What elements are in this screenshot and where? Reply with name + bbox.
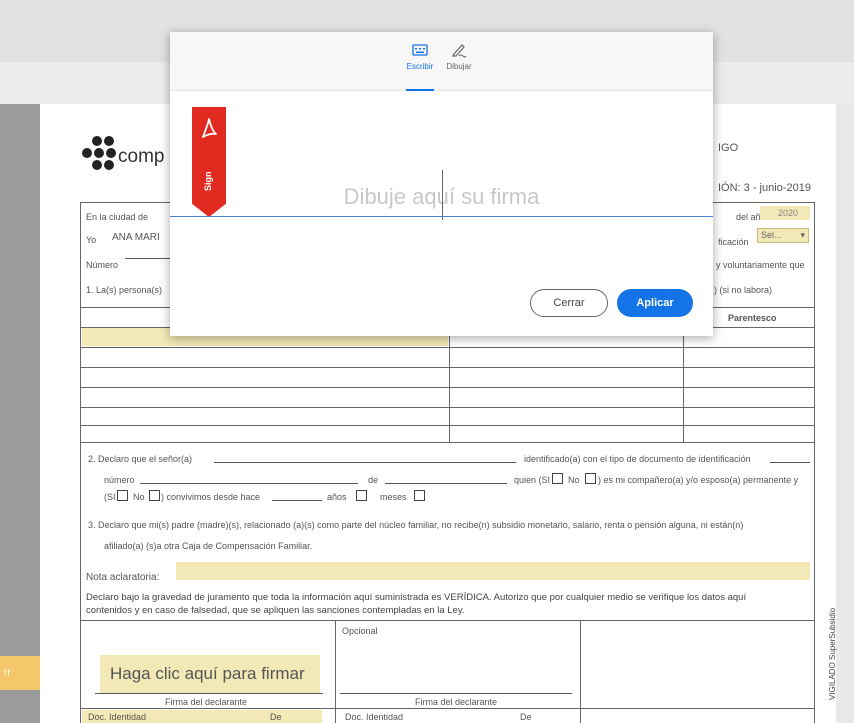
table-line (80, 367, 814, 368)
tipo-doc-field[interactable] (770, 462, 810, 463)
doc-identidad-label-1: Doc. Identidad (88, 712, 147, 722)
declaro-line-1: Declaro bajo la gravedad de juramento qu… (86, 592, 747, 603)
table-line (80, 347, 814, 348)
senor-field[interactable] (214, 462, 516, 463)
table-line (80, 407, 814, 408)
aplicar-button[interactable]: Aplicar (617, 289, 693, 317)
quien-si-checkbox[interactable] (552, 473, 563, 484)
sec2-text-b: identificado(a) con el tipo de documento… (524, 454, 751, 464)
sec2-text-k: años (327, 492, 347, 502)
nota-field[interactable] (176, 562, 810, 580)
sec2-text-g: ) es mi compañero(a) y/o esposo(a) perma… (598, 475, 799, 485)
click-to-sign-button[interactable]: Haga clic aquí para firmar (100, 655, 320, 693)
quien-no-checkbox[interactable] (585, 473, 596, 484)
voluntariamente-text: y voluntariamente que (716, 260, 805, 270)
convivir-no-checkbox[interactable] (149, 490, 160, 501)
firma-declarante-1: Firma del declarante (165, 697, 248, 707)
sec2-text-h: (SI (104, 492, 116, 502)
firma-line-1 (95, 693, 323, 694)
opcional-label: Opcional (342, 626, 378, 636)
nota-label: Nota aclaratoria: (86, 572, 160, 583)
ident-type-select[interactable]: Sel... ▾ (757, 228, 809, 243)
sec2-text-a: 2. Declaro que el señor(a) (88, 454, 193, 464)
signature-dialog-header: Escribir Dibujar (170, 32, 713, 91)
tab-dibujar-label: Dibujar (446, 62, 472, 71)
sec2-text-i: No (133, 492, 145, 502)
no-labora-text: ) (si no labora) (714, 285, 773, 295)
name-field[interactable]: ANA MARI (112, 232, 160, 243)
numero-label: Número (86, 260, 119, 270)
signature-baseline[interactable] (170, 216, 713, 217)
aplicar-label: Aplicar (636, 297, 674, 309)
signature-border (80, 620, 814, 621)
firma-declarante-2: Firma del declarante (415, 697, 498, 707)
chevron-down-icon: ▾ (800, 230, 805, 240)
declaro-line-2: contenidos y en caso de falsedad, que se… (86, 605, 465, 616)
personas-label: 1. La(s) persona(s) (86, 285, 163, 295)
tab-escribir-label: Escribir (406, 62, 434, 71)
convivir-si-checkbox[interactable] (117, 490, 128, 501)
form-code: IGO (718, 142, 739, 154)
sec2-text-l: meses (380, 492, 407, 502)
sec2-text-f: No (568, 475, 580, 485)
table-line (80, 387, 814, 388)
sec2-text-e: quien (SI (514, 475, 551, 485)
year-field[interactable]: 2020 (760, 206, 810, 220)
keyboard-icon (412, 44, 428, 56)
de-label-1: De (270, 712, 282, 722)
ident-type-value: Sel... (761, 230, 782, 240)
numero-doc-field[interactable] (140, 483, 358, 484)
company-logo: comp (80, 136, 180, 176)
tab-dibujar[interactable]: Dibujar (439, 42, 479, 71)
table-line (80, 442, 814, 443)
text-cursor (442, 170, 443, 220)
pen-draw-icon (452, 44, 467, 58)
sec2-text-c: número (104, 475, 135, 485)
parentesco-header: Parentesco (728, 313, 777, 323)
de-field[interactable] (385, 483, 507, 484)
sec2-text-j: ) convivimos desde hace (161, 492, 261, 502)
doc-identidad-label-2: Doc. Identidad (345, 712, 404, 722)
sign-here-tab-label: rr (4, 667, 11, 678)
sec3-text-b: afiliado(a) (s)a otra Caja de Compensaci… (104, 541, 313, 551)
form-border-left (80, 202, 81, 723)
tiempo-field[interactable] (272, 500, 322, 501)
cerrar-label: Cerrar (553, 297, 585, 309)
right-gutter (836, 104, 854, 723)
click-to-sign-label: Haga clic aquí para firmar (110, 664, 305, 683)
anos-checkbox[interactable] (356, 490, 367, 501)
numero-field[interactable] (125, 258, 170, 259)
form-border-right (814, 202, 815, 723)
ident-label: ficación (718, 237, 749, 247)
table-divider (449, 327, 450, 442)
sec2-text-d: de (368, 475, 379, 485)
left-gutter (0, 104, 40, 723)
tab-escribir[interactable]: Escribir (400, 42, 440, 91)
cerrar-button[interactable]: Cerrar (530, 289, 608, 317)
doc-row-border (80, 708, 814, 709)
firma-line-2 (340, 693, 572, 694)
meses-checkbox[interactable] (414, 490, 425, 501)
de-label-2: De (520, 712, 532, 722)
year-value: 2020 (778, 208, 799, 218)
signature-dialog: Escribir Dibujar Sign Dibuje aquí su fir… (170, 32, 713, 336)
sec3-text-a: 3. Declaro que mi(s) padre (madre)(s), r… (88, 520, 744, 530)
yo-label: Yo (86, 235, 97, 245)
table-line (80, 425, 814, 426)
logo-text: comp (118, 146, 165, 167)
acrobat-icon (202, 118, 217, 138)
ciudad-label: En la ciudad de (86, 212, 149, 222)
form-version: IÓN: 3 - junio-2019 (718, 182, 811, 194)
vigilado-text: VIGILADO SuperSubsidio (828, 607, 837, 700)
